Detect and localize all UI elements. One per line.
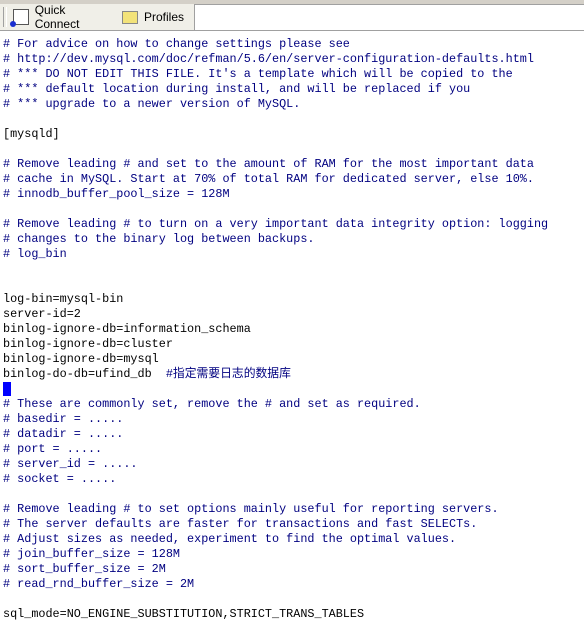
- comment-text: # Remove leading # and set to the amount…: [3, 157, 534, 171]
- editor-line[interactable]: # Adjust sizes as needed, experiment to …: [3, 532, 548, 547]
- comment-text: # For advice on how to change settings p…: [3, 37, 350, 51]
- comment-text: # read_rnd_buffer_size = 2M: [3, 577, 195, 591]
- editor-line[interactable]: # *** default location during install, a…: [3, 82, 548, 97]
- editor-line[interactable]: # log_bin: [3, 247, 548, 262]
- comment-text: # Remove leading # to set options mainly…: [3, 502, 499, 516]
- config-text: server-id=2: [3, 307, 81, 321]
- text-cursor: [3, 382, 11, 396]
- toolbar: Quick Connect Profiles: [0, 3, 195, 31]
- quick-connect-label: Quick Connect: [34, 3, 80, 31]
- config-text: binlog-do-db=ufind_db: [3, 367, 166, 381]
- comment-text: # Adjust sizes as needed, experiment to …: [3, 532, 457, 546]
- text-editor[interactable]: # For advice on how to change settings p…: [3, 37, 548, 622]
- editor-line[interactable]: binlog-do-db=ufind_db #指定需要日志的数据库: [3, 367, 548, 382]
- comment-text: # datadir = .....: [3, 427, 124, 441]
- editor-line[interactable]: # Remove leading # to set options mainly…: [3, 502, 548, 517]
- editor-line[interactable]: # port = .....: [3, 442, 548, 457]
- comment-text: # *** DO NOT EDIT THIS FILE. It's a temp…: [3, 67, 513, 81]
- editor-line[interactable]: # Remove leading # and set to the amount…: [3, 157, 548, 172]
- comment-text: # Remove leading # to turn on a very imp…: [3, 217, 549, 231]
- editor-line[interactable]: # innodb_buffer_pool_size = 128M: [3, 187, 548, 202]
- editor-line[interactable]: [3, 112, 548, 127]
- editor-line[interactable]: # socket = .....: [3, 472, 548, 487]
- editor-line[interactable]: log-bin=mysql-bin: [3, 292, 548, 307]
- editor-line[interactable]: [3, 382, 548, 397]
- quick-connect-icon: [10, 9, 29, 27]
- toolbar-divider: [195, 30, 584, 31]
- editor-line[interactable]: # Remove leading # to turn on a very imp…: [3, 217, 548, 232]
- inline-comment: #指定需要日志的数据库: [165, 367, 291, 381]
- toolbar-grip[interactable]: [3, 7, 7, 27]
- config-text: binlog-ignore-db=mysql: [3, 352, 159, 366]
- comment-text: # join_buffer_size = 128M: [3, 547, 180, 561]
- config-text: binlog-ignore-db=information_schema: [3, 322, 251, 336]
- editor-line[interactable]: # cache in MySQL. Start at 70% of total …: [3, 172, 548, 187]
- editor-line[interactable]: # For advice on how to change settings p…: [3, 37, 548, 52]
- editor-line[interactable]: # http://dev.mysql.com/doc/refman/5.6/en…: [3, 52, 548, 67]
- comment-text: # port = .....: [3, 442, 103, 456]
- editor-line[interactable]: [3, 487, 548, 502]
- editor-line[interactable]: sql_mode=NO_ENGINE_SUBSTITUTION,STRICT_T…: [3, 607, 548, 622]
- editor-line[interactable]: binlog-ignore-db=information_schema: [3, 322, 548, 337]
- comment-text: # *** default location during install, a…: [3, 82, 471, 96]
- profiles-label: Profiles: [143, 10, 184, 24]
- editor-line[interactable]: # *** upgrade to a newer version of MySQ…: [3, 97, 548, 112]
- comment-text: # socket = .....: [3, 472, 117, 486]
- editor-line[interactable]: binlog-ignore-db=mysql: [3, 352, 548, 367]
- editor-line[interactable]: # changes to the binary log between back…: [3, 232, 548, 247]
- comment-text: # sort_buffer_size = 2M: [3, 562, 166, 576]
- editor-line[interactable]: # sort_buffer_size = 2M: [3, 562, 548, 577]
- comment-text: # These are commonly set, remove the # a…: [3, 397, 421, 411]
- editor-line[interactable]: # These are commonly set, remove the # a…: [3, 397, 548, 412]
- editor-line[interactable]: server-id=2: [3, 307, 548, 322]
- editor-line[interactable]: [3, 142, 548, 157]
- editor-line[interactable]: # *** DO NOT EDIT THIS FILE. It's a temp…: [3, 67, 548, 82]
- editor-line[interactable]: # read_rnd_buffer_size = 2M: [3, 577, 548, 592]
- editor-line[interactable]: [3, 592, 548, 607]
- comment-text: # The server defaults are faster for tra…: [3, 517, 478, 531]
- editor-line[interactable]: [3, 202, 548, 217]
- profiles-button[interactable]: Profiles: [121, 10, 184, 24]
- config-text: [mysqld]: [3, 127, 60, 141]
- folder-icon: [121, 10, 138, 24]
- comment-text: # changes to the binary log between back…: [3, 232, 315, 246]
- comment-text: # *** upgrade to a newer version of MySQ…: [3, 97, 301, 111]
- editor-line[interactable]: # datadir = .....: [3, 427, 548, 442]
- config-text: log-bin=mysql-bin: [3, 292, 124, 306]
- config-text: sql_mode=NO_ENGINE_SUBSTITUTION,STRICT_T…: [3, 607, 365, 621]
- config-text: binlog-ignore-db=cluster: [3, 337, 173, 351]
- editor-line[interactable]: # join_buffer_size = 128M: [3, 547, 548, 562]
- comment-text: # log_bin: [3, 247, 67, 261]
- editor-line[interactable]: # basedir = .....: [3, 412, 548, 427]
- editor-line[interactable]: [3, 262, 548, 277]
- editor-line[interactable]: [3, 277, 548, 292]
- comment-text: # server_id = .....: [3, 457, 138, 471]
- comment-text: # innodb_buffer_pool_size = 128M: [3, 187, 230, 201]
- editor-line[interactable]: # The server defaults are faster for tra…: [3, 517, 548, 532]
- editor-line[interactable]: [mysqld]: [3, 127, 548, 142]
- comment-text: # basedir = .....: [3, 412, 124, 426]
- editor-line[interactable]: binlog-ignore-db=cluster: [3, 337, 548, 352]
- comment-text: # http://dev.mysql.com/doc/refman/5.6/en…: [3, 52, 534, 66]
- quick-connect-button[interactable]: Quick Connect: [10, 3, 112, 31]
- comment-text: # cache in MySQL. Start at 70% of total …: [3, 172, 534, 186]
- editor-line[interactable]: # server_id = .....: [3, 457, 548, 472]
